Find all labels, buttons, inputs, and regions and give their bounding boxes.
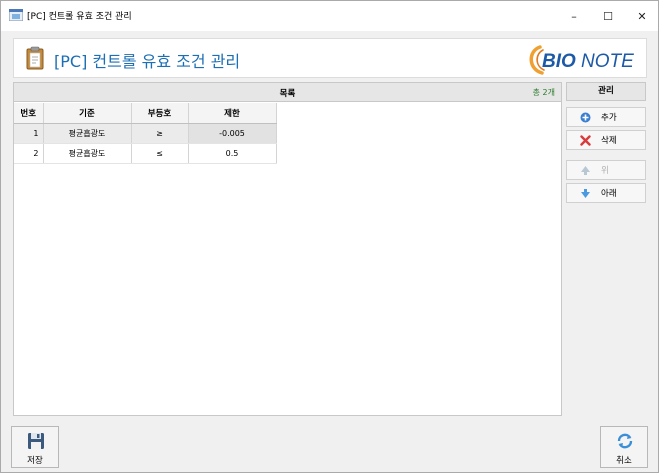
column-header-operator[interactable]: 부등호 bbox=[131, 103, 189, 124]
cell-criterion[interactable]: 평균흡광도 bbox=[43, 123, 132, 144]
bionote-logo: BIO NOTE bbox=[529, 45, 634, 75]
condition-table[interactable]: 번호 기준 부등호 제한 1 평균흡광도 ≥ -0.005 2 평균흡광도 ≤ bbox=[14, 103, 277, 164]
dialog-window: [PC] 컨트롤 유효 조건 관리 – ☐ ✕ [PC] 컨트롤 유효 조건 관… bbox=[0, 0, 659, 473]
manage-header: 관리 bbox=[566, 82, 646, 101]
list-header: 목록 총 2개 bbox=[14, 83, 561, 102]
clipboard-icon bbox=[26, 46, 44, 70]
column-header-criterion[interactable]: 기준 bbox=[43, 103, 132, 124]
save-button[interactable]: 저장 bbox=[11, 426, 59, 468]
add-label: 추가 bbox=[601, 113, 617, 123]
window-title: [PC] 컨트롤 유효 조건 관리 bbox=[27, 12, 132, 22]
minimize-button[interactable]: – bbox=[556, 1, 592, 31]
title-bar: [PC] 컨트롤 유효 조건 관리 – ☐ ✕ bbox=[1, 1, 658, 31]
save-label: 저장 bbox=[27, 456, 43, 466]
cancel-label: 취소 bbox=[616, 456, 632, 466]
move-down-label: 아래 bbox=[601, 189, 617, 199]
table-row[interactable]: 2 평균흡광도 ≤ 0.5 bbox=[14, 143, 277, 164]
delete-button[interactable]: 삭제 bbox=[566, 130, 646, 150]
cell-limit[interactable]: -0.005 bbox=[188, 123, 277, 144]
add-button[interactable]: 추가 bbox=[566, 107, 646, 127]
cancel-button[interactable]: 취소 bbox=[600, 426, 648, 468]
delete-label: 삭제 bbox=[601, 136, 617, 146]
list-title: 목록 bbox=[279, 89, 296, 99]
cell-limit[interactable]: 0.5 bbox=[188, 143, 277, 164]
table-row[interactable]: 1 평균흡광도 ≥ -0.005 bbox=[14, 123, 277, 144]
list-panel: 목록 총 2개 번호 기준 부등호 제한 1 평균흡광도 ≥ -0.005 2 … bbox=[13, 82, 562, 416]
column-header-no[interactable]: 번호 bbox=[14, 103, 44, 124]
header-banner: [PC] 컨트롤 유효 조건 관리 BIO NOTE bbox=[13, 38, 647, 78]
floppy-disk-icon bbox=[28, 433, 44, 449]
list-count: 총 2개 bbox=[532, 88, 555, 97]
cell-no: 2 bbox=[14, 143, 44, 164]
move-up-button[interactable]: 위 bbox=[566, 160, 646, 180]
arrow-up-icon bbox=[579, 164, 591, 176]
svg-text:NOTE: NOTE bbox=[581, 51, 634, 72]
cell-no: 1 bbox=[14, 123, 44, 144]
add-icon bbox=[579, 111, 591, 123]
refresh-icon bbox=[617, 433, 633, 449]
close-button[interactable]: ✕ bbox=[624, 1, 659, 31]
move-down-button[interactable]: 아래 bbox=[566, 183, 646, 203]
cell-criterion[interactable]: 평균흡광도 bbox=[43, 143, 132, 164]
cell-operator[interactable]: ≤ bbox=[131, 143, 189, 164]
arrow-down-icon bbox=[579, 187, 591, 199]
page-title: [PC] 컨트롤 유효 조건 관리 bbox=[54, 52, 241, 71]
app-icon bbox=[9, 9, 23, 21]
column-header-limit[interactable]: 제한 bbox=[188, 103, 277, 124]
move-up-label: 위 bbox=[601, 166, 609, 176]
cell-operator[interactable]: ≥ bbox=[131, 123, 189, 144]
maximize-button[interactable]: ☐ bbox=[590, 1, 626, 31]
svg-text:BIO: BIO bbox=[542, 51, 576, 72]
delete-icon bbox=[579, 134, 591, 146]
